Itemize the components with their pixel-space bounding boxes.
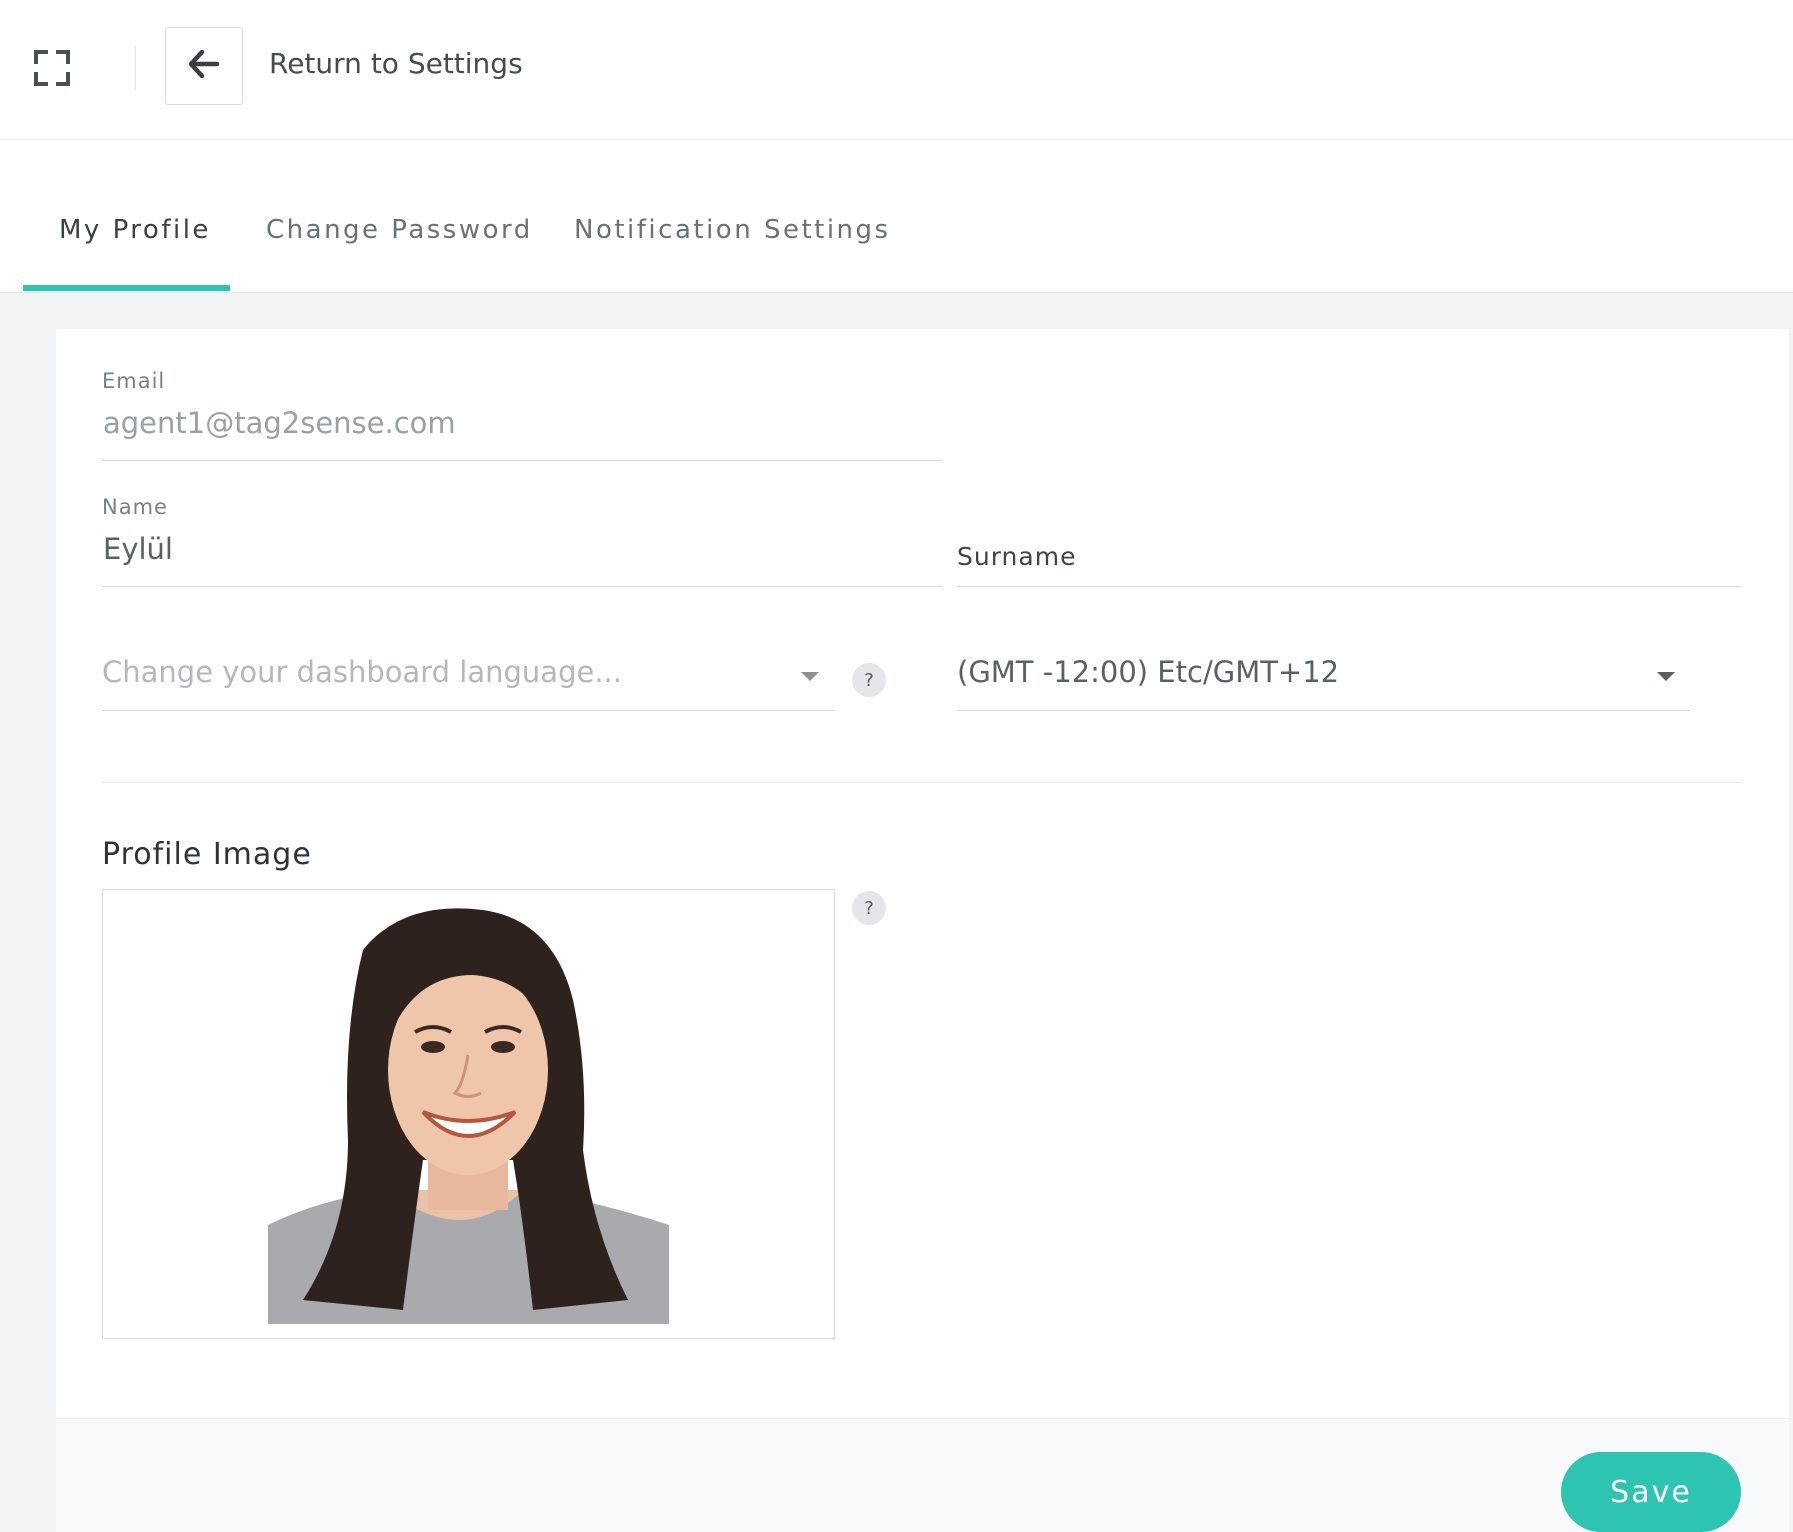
profile-tabs: My Profile Change Password Notification … [0,140,1793,293]
tab-notification-settings[interactable]: Notification Settings [574,212,891,248]
fullscreen-icon[interactable] [34,50,70,86]
name-field[interactable]: Eylül [103,529,173,569]
profile-image-title: Profile Image [102,837,312,872]
top-bar: Return to Settings [0,0,1793,140]
language-underline [102,710,835,711]
chevron-down-icon[interactable] [1657,672,1675,681]
back-button[interactable] [165,27,243,105]
email-underline [102,460,942,461]
language-help-icon[interactable]: ? [852,663,886,697]
chevron-down-icon[interactable] [801,672,819,681]
section-divider [102,782,1742,783]
save-button[interactable]: Save [1561,1452,1741,1532]
name-underline [102,586,942,587]
tab-my-profile[interactable]: My Profile [59,212,211,248]
arrow-left-icon [188,49,220,82]
surname-field[interactable]: Surname [957,537,1076,577]
language-select[interactable]: Change your dashboard language... [102,652,622,692]
email-field[interactable]: agent1@tag2sense.com [103,403,456,443]
timezone-underline [957,710,1690,711]
email-label: Email [102,369,166,393]
profile-form-card: Email agent1@tag2sense.com Name Eylül Su… [56,329,1789,1532]
profile-photo [268,908,669,1324]
timezone-select[interactable]: (GMT -12:00) Etc/GMT+12 [957,652,1339,692]
tab-change-password[interactable]: Change Password [266,212,533,248]
return-to-settings-link[interactable]: Return to Settings [269,44,523,84]
name-label: Name [102,495,168,519]
form-footer: Save [56,1418,1789,1532]
active-tab-indicator [23,285,230,291]
profile-image-help-icon[interactable]: ? [852,891,886,925]
toolbar-divider [135,46,136,90]
profile-image-upload[interactable] [102,889,835,1339]
surname-underline [957,586,1741,587]
